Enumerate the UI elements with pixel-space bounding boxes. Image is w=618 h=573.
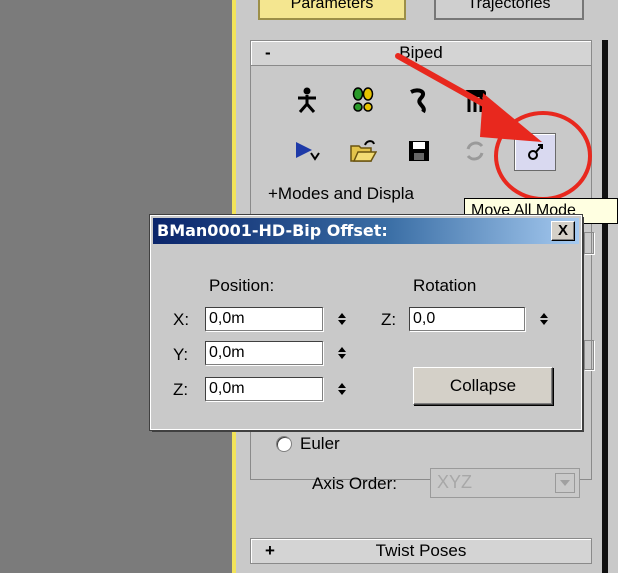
- modes-and-display-label[interactable]: +Modes and Displa: [268, 183, 414, 205]
- group-box-edge: [584, 340, 594, 370]
- position-header: Position:: [209, 276, 275, 295]
- rotation-z-field[interactable]: 0,0: [409, 307, 525, 331]
- euler-label: Euler: [300, 434, 340, 453]
- axis-order-label: Axis Order:: [312, 474, 398, 493]
- bip-offset-dialog: BMan0001-HD-Bip Offset: X Position: Rota…: [149, 214, 583, 431]
- collapse-button[interactable]: Collapse: [413, 367, 553, 405]
- load-file-icon: [350, 140, 377, 162]
- position-y-field[interactable]: 0,0m: [205, 341, 323, 365]
- figure-mode-icon: [298, 87, 316, 113]
- group-box-edge: [584, 232, 594, 254]
- dropdown-button[interactable]: [555, 473, 575, 493]
- footstep-mode-button[interactable]: [344, 82, 382, 118]
- twist-poses-rollout-header[interactable]: + Twist Poses: [250, 538, 592, 564]
- footstep-mode-icon: [352, 87, 374, 112]
- position-x-label: X:: [173, 310, 190, 329]
- annotation-arrow: [395, 53, 592, 201]
- rotation-header: Rotation: [413, 276, 477, 295]
- load-file-button[interactable]: [344, 133, 382, 169]
- position-y-label: Y:: [173, 345, 189, 364]
- tab-trajectories[interactable]: Trajectories: [434, 0, 584, 20]
- position-z-spinner[interactable]: [333, 377, 351, 401]
- position-x-field[interactable]: 0,0m: [205, 307, 323, 331]
- chevron-down-icon: [560, 480, 570, 486]
- position-y-spinner[interactable]: [333, 341, 351, 365]
- dialog-title-bar[interactable]: BMan0001-HD-Bip Offset: X: [153, 218, 579, 244]
- rotation-z-label: Z:: [381, 310, 397, 329]
- rollout-title: Twist Poses: [375, 541, 467, 560]
- axis-order-value: XYZ: [437, 472, 473, 492]
- dialog-title: BMan0001-HD-Bip Offset:: [157, 221, 388, 240]
- tab-parameters[interactable]: Parameters: [258, 0, 406, 20]
- close-button[interactable]: X: [551, 221, 575, 241]
- axis-order-dropdown[interactable]: XYZ: [430, 468, 580, 498]
- position-z-field[interactable]: 0,0m: [205, 377, 323, 401]
- figure-mode-button[interactable]: [288, 82, 326, 118]
- play-biped-button[interactable]: [288, 133, 326, 169]
- close-icon: X: [557, 222, 568, 239]
- position-x-spinner[interactable]: [333, 307, 351, 331]
- rotation-z-spinner[interactable]: [535, 307, 553, 331]
- position-z-label: Z:: [173, 380, 189, 399]
- play-biped-icon: [296, 142, 320, 161]
- euler-radio[interactable]: [276, 436, 292, 452]
